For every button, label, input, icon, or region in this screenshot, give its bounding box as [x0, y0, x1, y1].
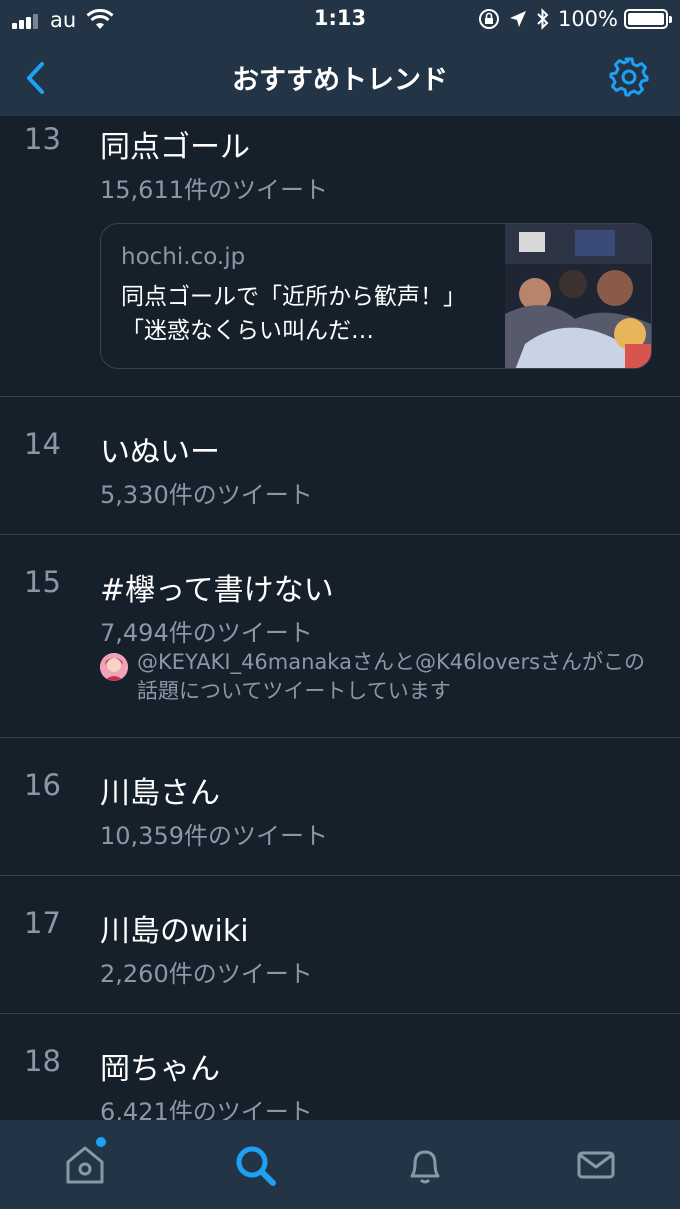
rotation-lock-icon: [478, 9, 499, 29]
status-right: 100%: [478, 7, 672, 31]
tweet-count: 2,260件のツイート: [100, 960, 313, 988]
trend-list: 13 同点ゴール 15,611件のツイート hochi.co.jp 同点ゴールで…: [0, 116, 680, 1120]
envelope-icon: [577, 1151, 615, 1179]
card-thumbnail: [505, 224, 651, 368]
trend-item[interactable]: 18 岡ちゃん 6,421件のツイート: [0, 1014, 680, 1120]
tweet-count: 10,359件のツイート: [100, 822, 328, 850]
home-icon: [66, 1146, 104, 1184]
card-headline: 同点ゴールで「近所から歓声！」「迷惑なくらい叫んだ…: [121, 284, 466, 344]
trend-item[interactable]: 13 同点ゴール 15,611件のツイート hochi.co.jp 同点ゴールで…: [0, 116, 680, 397]
tab-bar: [0, 1120, 680, 1209]
trend-name: 川島のwiki: [100, 914, 249, 949]
trend-item[interactable]: 14 いぬいー 5,330件のツイート: [0, 397, 680, 535]
trend-item[interactable]: 16 川島さん 10,359件のツイート: [0, 738, 680, 876]
battery-percent: 100%: [557, 7, 618, 31]
trend-name: #欅って書けない: [100, 573, 334, 608]
trend-rank: 15: [24, 565, 61, 599]
bell-icon: [410, 1150, 440, 1184]
tweet-count: 6,421件のツイート: [100, 1098, 313, 1120]
page-title: おすすめトレンド: [232, 65, 448, 96]
trend-rank: 16: [24, 768, 61, 802]
trend-rank: 17: [24, 906, 61, 940]
tab-search[interactable]: [232, 1142, 278, 1188]
status-bar: au 1:13 100%: [0, 0, 680, 40]
nav-bar: おすすめトレンド: [0, 40, 680, 116]
tab-messages[interactable]: [573, 1142, 619, 1188]
trend-name: 岡ちゃん: [100, 1052, 220, 1087]
trend-name: 川島さん: [100, 776, 220, 811]
trend-rank: 13: [24, 122, 61, 156]
new-content-badge: [96, 1137, 106, 1147]
trend-name: 同点ゴール: [100, 130, 250, 165]
search-icon: [236, 1146, 276, 1186]
link-card[interactable]: hochi.co.jp 同点ゴールで「近所から歓声！」「迷惑なくらい叫んだ…: [100, 223, 652, 369]
avatar: [100, 653, 128, 681]
trend-rank: 14: [24, 427, 61, 461]
trend-name: いぬいー: [100, 435, 220, 470]
battery-icon: [624, 9, 672, 29]
tweet-count: 7,494件のツイート: [100, 619, 313, 647]
tweet-count: 5,330件のツイート: [100, 481, 313, 509]
trend-item[interactable]: 15 #欅って書けない 7,494件のツイート @KEYAKI_46manaka…: [0, 535, 680, 738]
gear-icon: [609, 57, 649, 97]
trend-rank: 18: [24, 1044, 61, 1078]
bluetooth-icon: [537, 8, 549, 30]
tweet-count: 15,611件のツイート: [100, 176, 328, 204]
tab-notifications[interactable]: [402, 1142, 448, 1188]
card-domain: hochi.co.jp: [121, 244, 246, 270]
trend-item[interactable]: 17 川島のwiki 2,260件のツイート: [0, 876, 680, 1014]
location-icon: [509, 11, 526, 27]
tab-home[interactable]: [62, 1142, 108, 1188]
trend-context: @KEYAKI_46manakaさんと@K46loversさんがこの話題について…: [137, 650, 646, 703]
settings-button[interactable]: [608, 56, 650, 98]
